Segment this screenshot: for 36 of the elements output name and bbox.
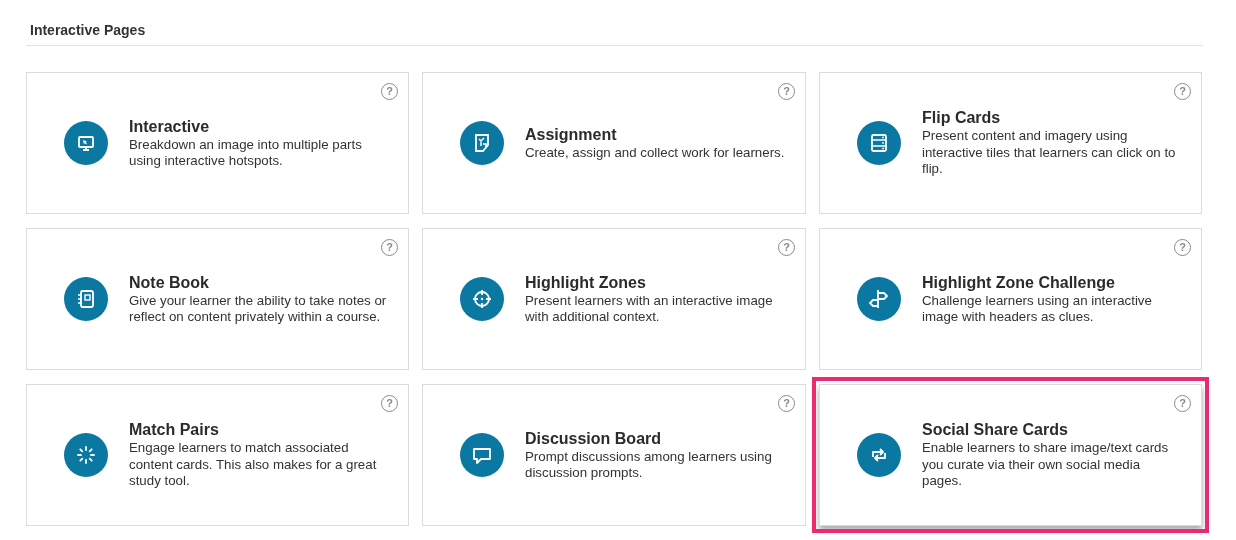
card-title: Note Book: [129, 272, 210, 293]
card-title: Interactive: [129, 116, 211, 137]
card-title: Highlight Zones: [525, 272, 647, 293]
option-card[interactable]: Note Book Give your learner the ability to take notes or reflect on content privately within a course. ?: [26, 228, 409, 370]
card-description: Engage learners to match associated content cards. This also makes for a great study tool.: [129, 440, 378, 490]
card-title: Match Pairs: [129, 420, 220, 441]
target-icon: [460, 277, 504, 321]
card-title: Assignment: [525, 124, 618, 145]
card-title: Discussion Board: [525, 428, 663, 449]
card-description: Give your learner the ability to take notes or reflect on content privately within a course.: [129, 292, 388, 326]
card-title: Highlight Zone Challenge: [922, 272, 1116, 293]
card-description: Create, assign and collect work for learners.: [525, 144, 785, 162]
list-icon: [857, 121, 901, 165]
signpost-icon: [857, 277, 901, 321]
option-card[interactable]: Flip Cards Present content and imagery using interactive tiles that learners can click on to flip. ?: [819, 72, 1202, 214]
assignment-icon: [460, 121, 504, 165]
option-card[interactable]: Match Pairs Engage learners to match associated content cards. This also makes for a great study tool. ?: [26, 384, 409, 526]
card-description: Present content and imagery using interactive tiles that learners can click on to flip.: [922, 128, 1177, 178]
card-title: Flip Cards: [922, 108, 1002, 129]
card-description: Breakdown an image into multiple parts using interactive hotspots.: [129, 136, 363, 170]
option-card[interactable]: Highlight Zone Challenge Challenge learners using an interactive image with headers as clues. ?: [819, 228, 1202, 370]
option-card[interactable]: Highlight Zones Present learners with an interactive image with additional context. ?: [422, 228, 806, 370]
card-description: Challenge learners using an interactive image with headers as clues.: [922, 292, 1153, 326]
notebook-icon: [64, 277, 108, 321]
repeat-icon: [857, 433, 901, 477]
monitor-icon: [64, 121, 108, 165]
section-title: Interactive Pages: [30, 21, 147, 40]
card-description: Present learners with an interactive image with additional context.: [525, 292, 774, 326]
option-card[interactable]: Assignment Create, assign and collect work for learners. ?: [422, 72, 806, 214]
option-card[interactable]: Discussion Board Prompt discussions among learners using discussion prompts. ?: [422, 384, 806, 526]
card-description: Enable learners to share image/text cards you curate via their own social media pages.: [922, 440, 1170, 490]
card-title: Social Share Cards: [922, 420, 1069, 441]
spinner-icon: [64, 433, 108, 477]
option-card[interactable]: Interactive Breakdown an image into multiple parts using interactive hotspots. ?: [26, 72, 409, 214]
chat-icon: [460, 433, 504, 477]
card-description: Prompt discussions among learners using discussion prompts.: [525, 448, 773, 482]
